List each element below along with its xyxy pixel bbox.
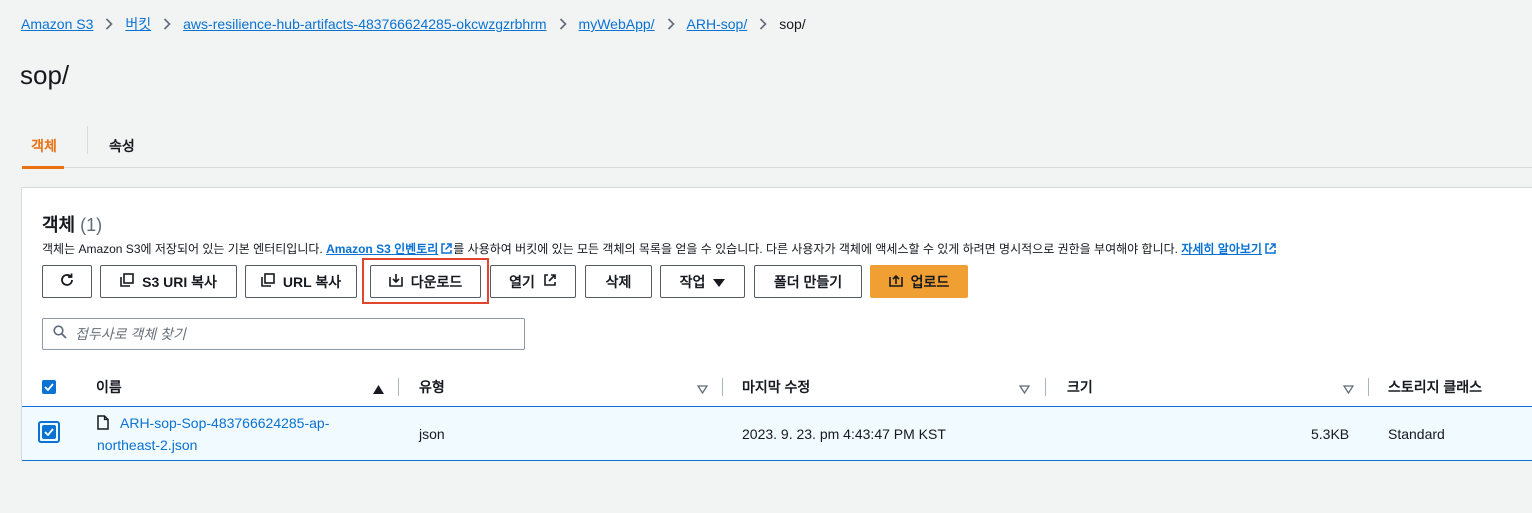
- panel-title: 객체: [42, 215, 76, 235]
- refresh-button[interactable]: [42, 265, 92, 298]
- sort-icon[interactable]: [696, 381, 709, 399]
- breadcrumb-link-bucket[interactable]: aws-resilience-hub-artifacts-48376662428…: [183, 16, 546, 32]
- chevron-right-icon: [747, 18, 779, 30]
- sort-ascending-icon[interactable]: [373, 381, 384, 399]
- row-checkbox[interactable]: [42, 425, 56, 439]
- column-header-size[interactable]: 크기: [1067, 370, 1093, 404]
- chevron-right-icon: [547, 18, 579, 30]
- page-title: sop/: [20, 60, 70, 90]
- open-label: 열기: [509, 273, 535, 290]
- copy-url-label: URL 복사: [282, 273, 342, 290]
- table-row[interactable]: ARH-sop-Sop-483766624285-ap- northeast-2…: [22, 406, 1532, 461]
- create-folder-label: 폴더 만들기: [773, 273, 843, 290]
- chevron-right-icon: [655, 18, 687, 30]
- object-name-link[interactable]: ARH-sop-Sop-483766624285-ap-: [120, 415, 329, 431]
- create-folder-button[interactable]: 폴더 만들기: [754, 265, 862, 298]
- object-size: 5.3KB: [1311, 426, 1350, 442]
- panel-header: 객체 (1): [42, 211, 102, 237]
- search-icon: [53, 324, 67, 344]
- copy-icon: [261, 273, 275, 290]
- column-header-storage-class[interactable]: 스토리지 클래스: [1388, 370, 1482, 404]
- learn-more-link[interactable]: 자세히 알아보기: [1181, 242, 1262, 256]
- column-divider: [722, 378, 723, 396]
- tab-divider: [87, 126, 88, 154]
- object-name-link-cont[interactable]: northeast-2.json: [97, 437, 197, 453]
- chevron-right-icon: [151, 18, 183, 30]
- delete-button[interactable]: 삭제: [585, 265, 652, 298]
- column-divider: [1368, 378, 1369, 396]
- external-link-icon: [440, 242, 453, 258]
- tab-objects[interactable]: 객체: [22, 124, 64, 169]
- sort-icon[interactable]: [1018, 381, 1031, 399]
- sort-icon[interactable]: [1342, 381, 1355, 399]
- search-input[interactable]: [75, 326, 505, 342]
- desc-text-1: 객체는 Amazon S3에 저장되어 있는 기본 엔터티입니다.: [42, 242, 327, 256]
- breadcrumb-link-buckets[interactable]: 버킷: [125, 14, 151, 34]
- breadcrumb: Amazon S3 버킷 aws-resilience-hub-artifact…: [21, 14, 806, 34]
- object-storage-class: Standard: [1388, 426, 1445, 442]
- caret-down-icon: [713, 274, 726, 290]
- file-icon: [97, 415, 109, 433]
- copy-s3-uri-button[interactable]: S3 URI 복사: [100, 265, 237, 298]
- highlight-box: [362, 258, 489, 304]
- chevron-right-icon: [93, 18, 125, 30]
- breadcrumb-link-arh-sop[interactable]: ARH-sop/: [687, 16, 748, 32]
- column-header-last-modified[interactable]: 마지막 수정: [742, 370, 810, 404]
- delete-label: 삭제: [605, 273, 632, 290]
- upload-button[interactable]: 업로드: [870, 265, 968, 298]
- object-last-modified: 2023. 9. 23. pm 4:43:47 PM KST: [742, 426, 946, 442]
- actions-label: 작업: [679, 273, 706, 290]
- refresh-icon: [59, 272, 75, 291]
- copy-url-button[interactable]: URL 복사: [245, 265, 357, 298]
- search-box: [42, 318, 525, 350]
- copy-icon: [120, 273, 134, 290]
- column-header-type[interactable]: 유형: [419, 370, 445, 404]
- upload-icon: [888, 273, 903, 290]
- external-link-icon: [543, 273, 557, 290]
- select-all-checkbox[interactable]: [42, 380, 56, 394]
- object-count: (1): [80, 215, 103, 235]
- panel-description: 객체는 Amazon S3에 저장되어 있는 기본 엔터티입니다. Amazon…: [42, 240, 1277, 258]
- copy-s3-uri-label: S3 URI 복사: [142, 273, 217, 290]
- tab-properties[interactable]: 속성: [109, 124, 135, 168]
- column-divider: [1045, 378, 1046, 396]
- breadcrumb-current: sop/: [779, 16, 806, 32]
- breadcrumb-link-mywebapp[interactable]: myWebApp/: [579, 16, 655, 32]
- desc-text-2: 를 사용하여 버킷에 있는 모든 객체의 목록을 얻을 수 있습니다. 다른 사…: [453, 242, 1182, 256]
- upload-label: 업로드: [910, 273, 950, 290]
- tab-bar: 객체 속성: [22, 124, 1532, 169]
- table-header: 이름 유형 마지막 수정 크기 스토리지 클래스: [22, 370, 1532, 404]
- column-divider: [398, 378, 399, 396]
- column-header-name[interactable]: 이름: [96, 370, 122, 404]
- inventory-link[interactable]: Amazon S3 인벤토리: [326, 242, 438, 256]
- external-link-icon: [1264, 242, 1277, 258]
- actions-dropdown[interactable]: 작업: [660, 265, 745, 298]
- objects-panel: 객체 (1) 객체는 Amazon S3에 저장되어 있는 기본 엔터티입니다.…: [21, 187, 1532, 461]
- open-button[interactable]: 열기: [490, 265, 576, 298]
- object-type: json: [419, 426, 445, 442]
- breadcrumb-link-s3[interactable]: Amazon S3: [21, 16, 93, 32]
